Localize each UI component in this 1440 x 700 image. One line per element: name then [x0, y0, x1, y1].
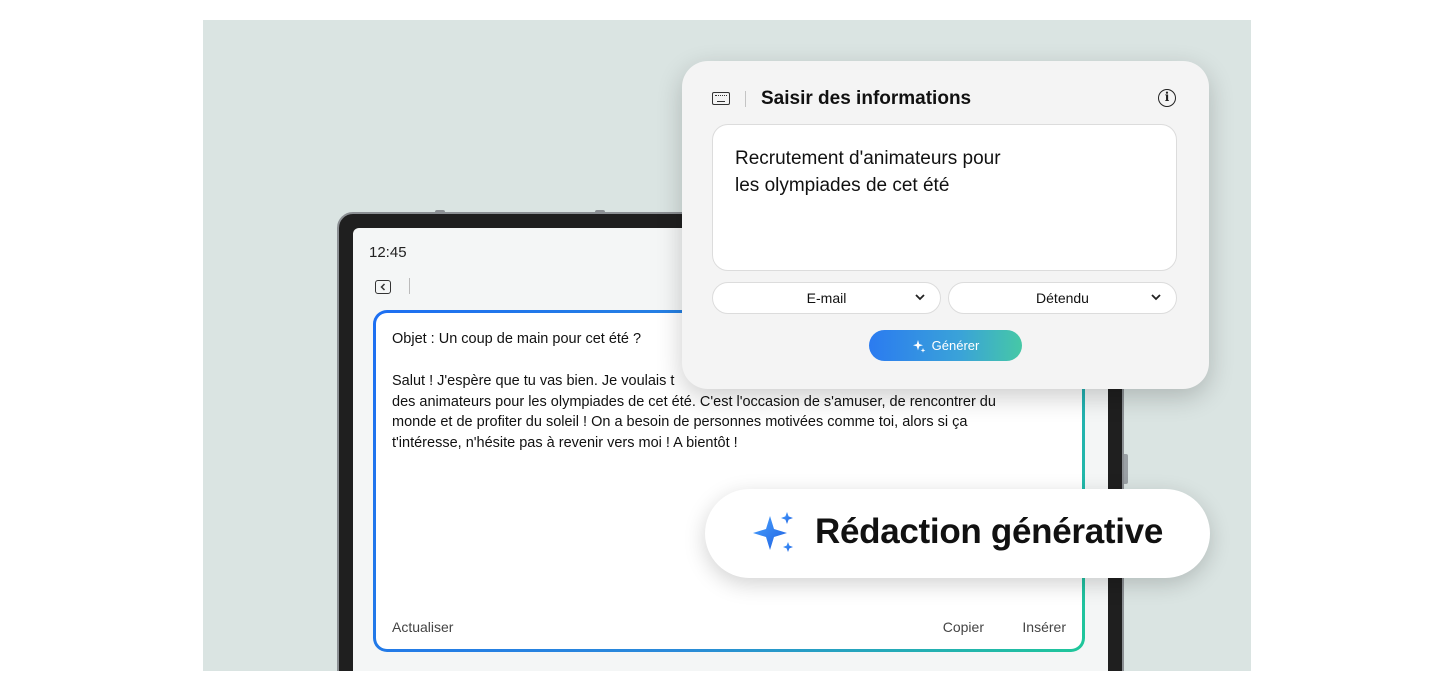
email-subject: Objet : Un coup de main pour cet été ? — [392, 331, 642, 347]
tone-select[interactable]: Détendu — [948, 282, 1177, 314]
tablet-top-button — [595, 210, 605, 214]
email-body-line: des animateurs pour les olympiades de ce… — [392, 393, 996, 410]
chevron-down-icon — [1151, 294, 1161, 301]
tablet-side-button — [1124, 454, 1128, 484]
promo-background: 12:45 Objet : Un coup de main pour cet é… — [203, 20, 1251, 671]
dialog-divider — [745, 91, 746, 107]
email-body-line: monde et de profiter du soleil ! On a be… — [392, 414, 968, 430]
tablet-top-button — [435, 210, 445, 214]
copy-button[interactable]: Copier — [943, 619, 984, 635]
prompt-text: Recrutement d'animateurs pour les olympi… — [735, 145, 1001, 199]
tone-select-value: Détendu — [1036, 290, 1089, 306]
toolbar-divider — [409, 278, 410, 294]
generate-button[interactable]: Générer — [869, 330, 1022, 361]
sparkle-icon — [912, 339, 926, 353]
prompt-line: Recrutement d'animateurs pour — [735, 148, 1001, 169]
sparkle-icon — [753, 512, 793, 552]
info-icon[interactable]: i — [1158, 89, 1176, 107]
feature-badge: Rédaction générative — [705, 489, 1210, 578]
insert-button[interactable]: Insérer — [1022, 619, 1066, 635]
prompt-line: les olympiades de cet été — [735, 175, 950, 196]
refresh-button[interactable]: Actualiser — [392, 619, 453, 635]
feature-badge-label: Rédaction générative — [815, 512, 1163, 551]
format-select[interactable]: E-mail — [712, 282, 941, 314]
generate-label: Générer — [931, 338, 980, 353]
prompt-input[interactable]: Recrutement d'animateurs pour les olympi… — [712, 124, 1177, 271]
dialog-title: Saisir des informations — [761, 88, 972, 109]
back-icon[interactable] — [375, 280, 391, 294]
keyboard-icon[interactable] — [712, 92, 730, 105]
format-select-value: E-mail — [806, 290, 847, 306]
chevron-down-icon — [915, 294, 925, 301]
input-dialog: Saisir des informations i Recrutement d'… — [682, 61, 1209, 389]
status-time: 12:45 — [369, 244, 407, 261]
email-body-line: t'intéresse, n'hésite pas à revenir vers… — [392, 434, 738, 451]
